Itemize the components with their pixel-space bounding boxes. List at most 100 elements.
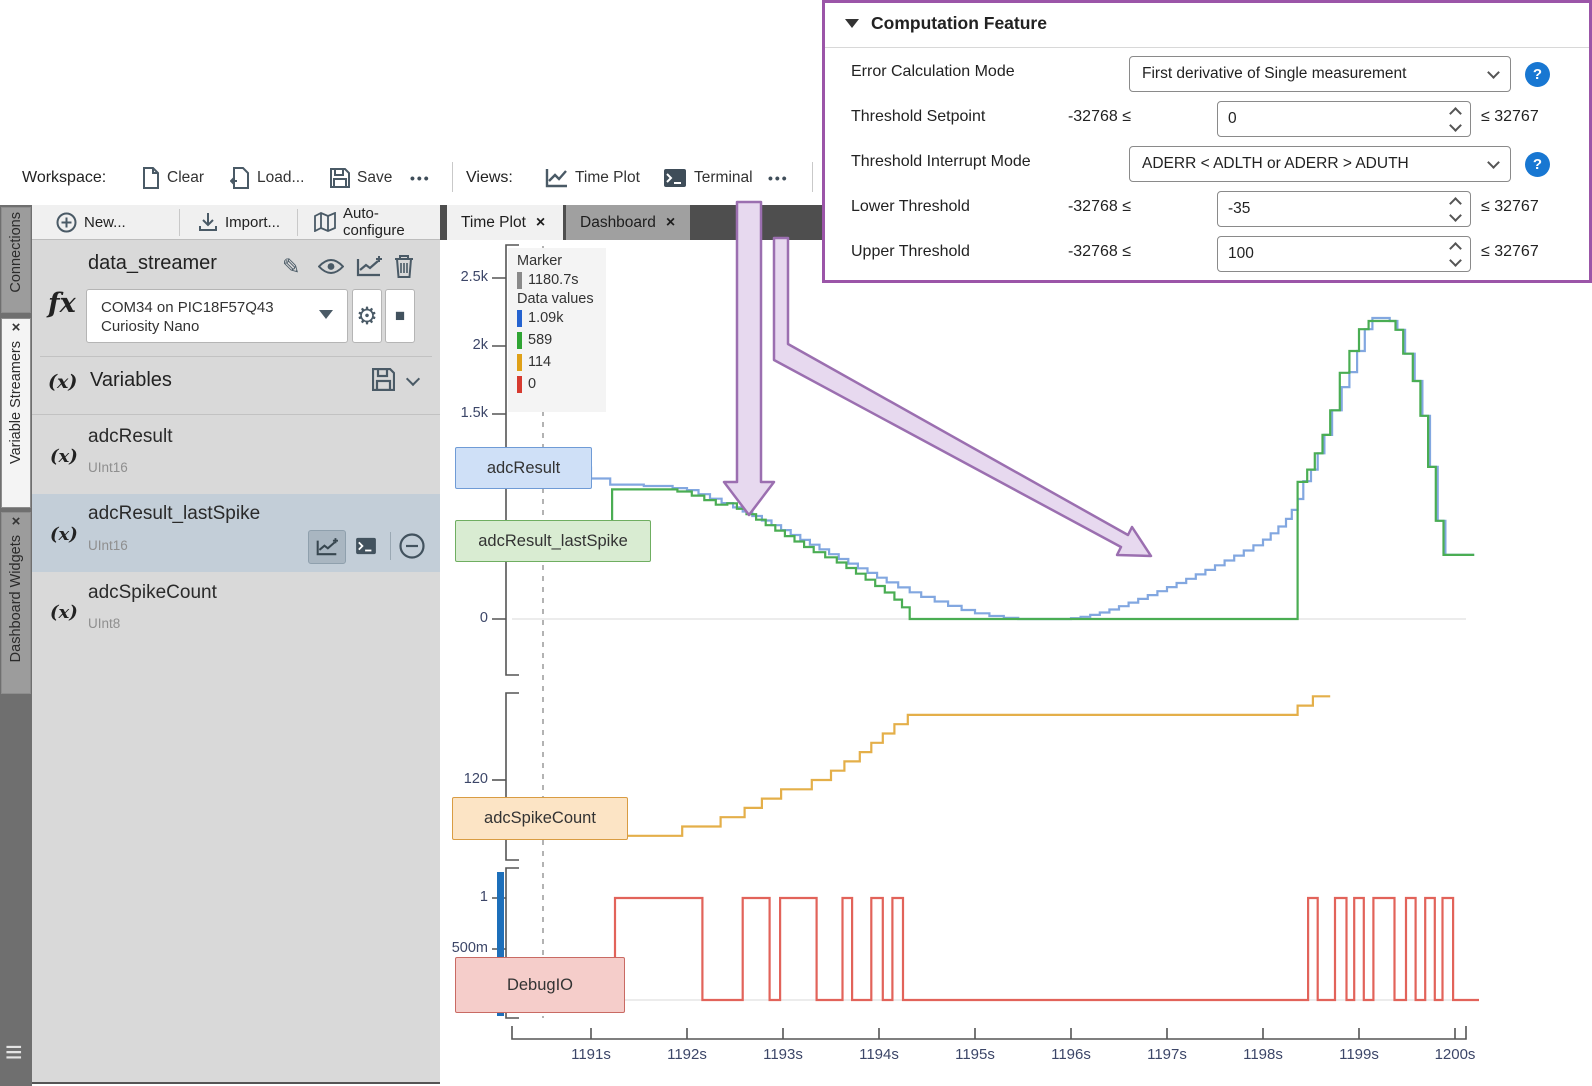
- save-icon: [330, 168, 350, 188]
- left-tab-strip: Connections × Variable Streamers × Dashb…: [0, 205, 32, 1086]
- row-threshold-interrupt-mode: Threshold Interrupt Mode ADERR < ADLTH o…: [825, 146, 1589, 182]
- legend-data-values-label: Data values: [517, 291, 606, 307]
- lower-threshold-input[interactable]: -35: [1217, 191, 1471, 227]
- series-adcResult_lastSpike: [601, 321, 1475, 619]
- document-icon: [142, 167, 160, 189]
- auto-configure-button[interactable]: Auto-configure: [314, 205, 440, 239]
- collapse-chevron-icon[interactable]: [406, 372, 420, 386]
- max-bound: ≤ 32767: [1481, 243, 1539, 261]
- input-value: 0: [1228, 110, 1237, 128]
- series-adcResult: [567, 318, 1474, 619]
- help-icon[interactable]: ?: [1525, 62, 1550, 87]
- views-label: Views:: [466, 150, 513, 205]
- edit-pencil-icon[interactable]: ✎: [282, 254, 300, 280]
- stop-icon: ■: [395, 306, 405, 326]
- panel-header[interactable]: Computation Feature: [845, 13, 1047, 34]
- series-color-bar: [517, 376, 522, 393]
- threshold-setpoint-input[interactable]: 0: [1217, 101, 1471, 137]
- clear-button[interactable]: Clear: [142, 150, 204, 205]
- close-icon[interactable]: ×: [536, 214, 545, 232]
- menu-hamburger-icon[interactable]: ≡: [5, 1043, 23, 1063]
- legend-marker-label: Marker: [517, 253, 606, 269]
- close-icon[interactable]: ×: [12, 513, 21, 531]
- spinner-control[interactable]: [1451, 109, 1460, 130]
- connection-dropdown[interactable]: COM34 on PIC18F57Q43 Curiosity Nano: [86, 289, 348, 343]
- fx-streamer-icon: fx: [48, 288, 76, 319]
- x-tick-label: 1199s: [1327, 1046, 1391, 1063]
- load-button[interactable]: Load...: [230, 150, 304, 205]
- streamer-settings-button[interactable]: ⚙: [352, 289, 382, 343]
- x-tick-label: 1197s: [1135, 1046, 1199, 1063]
- send-to-terminal-button[interactable]: [348, 530, 384, 562]
- chart-add-icon[interactable]: [356, 256, 382, 277]
- variable-row-adcResult[interactable]: (x) adcResult UInt16: [32, 418, 440, 493]
- variable-name: adcSpikeCount: [88, 582, 217, 604]
- toolbar-divider: [452, 162, 453, 192]
- remove-minus-circle-icon[interactable]: [398, 532, 426, 560]
- divider: [40, 356, 432, 357]
- views-more-button[interactable]: •••: [768, 150, 789, 205]
- marker-legend: Marker 1180.7s Data values 1.09k 589 114…: [508, 248, 606, 412]
- divider: [825, 47, 1589, 48]
- streamer-stop-button[interactable]: ■: [385, 289, 415, 343]
- row-threshold-setpoint: Threshold Setpoint -32768 ≤ 0 ≤ 32767: [825, 101, 1589, 137]
- dropdown-value: First derivative of Single measurement: [1142, 65, 1406, 83]
- y-tick-label: 1.5k: [444, 405, 488, 421]
- arrow-elbow-icon: [774, 238, 1151, 556]
- min-bound: -32768 ≤: [1051, 198, 1131, 216]
- variable-row-adcResult-lastSpike[interactable]: (x) adcResult_lastSpike UInt16: [32, 494, 440, 572]
- visibility-eye-icon[interactable]: [318, 258, 344, 275]
- marker-color-bar: [517, 272, 522, 289]
- time-plot-view-button[interactable]: Time Plot: [545, 150, 640, 205]
- dropdown-value: ADERR < ADLTH or ADERR > ADUTH: [1142, 155, 1409, 173]
- legend-value: 589: [528, 332, 552, 348]
- help-icon[interactable]: ?: [1525, 152, 1550, 177]
- x-tick-label: 1200s: [1423, 1046, 1487, 1063]
- tab-dashboard[interactable]: Dashboard×: [566, 205, 690, 240]
- variable-name: adcResult_lastSpike: [88, 503, 260, 525]
- workspace-more-button[interactable]: •••: [410, 150, 431, 205]
- variable-row-adcSpikeCount[interactable]: (x) adcSpikeCount UInt8: [32, 574, 440, 649]
- toolbar-divider: [812, 162, 813, 192]
- plus-circle-icon: [56, 212, 77, 233]
- delete-trash-icon[interactable]: [394, 255, 414, 278]
- divider: [179, 209, 180, 236]
- spinner-control[interactable]: [1451, 199, 1460, 220]
- error-calculation-mode-dropdown[interactable]: First derivative of Single measurement: [1129, 56, 1511, 92]
- series-label-adcSpikeCount[interactable]: adcSpikeCount: [452, 797, 628, 840]
- save-variables-icon[interactable]: [372, 368, 395, 391]
- series-label-DebugIO[interactable]: DebugIO: [455, 957, 625, 1013]
- tab-time-plot[interactable]: Time Plot×: [447, 205, 563, 240]
- new-button[interactable]: New...: [56, 205, 126, 239]
- side-tab-variable-streamers[interactable]: × Variable Streamers: [1, 318, 31, 508]
- x-axis: [512, 1026, 1466, 1039]
- close-icon[interactable]: ×: [666, 214, 675, 232]
- variable-streamers-panel: data_streamer ✎ fx COM34 on PIC18F57Q43 …: [32, 240, 440, 1084]
- series-label-adcResult-lastSpike[interactable]: adcResult_lastSpike: [455, 520, 651, 562]
- series-color-bar: [517, 310, 522, 327]
- row-error-calculation-mode: Error Calculation Mode First derivative …: [825, 56, 1589, 92]
- series-label-adcResult[interactable]: adcResult: [455, 447, 592, 489]
- y-tick-label: 500m: [444, 940, 488, 956]
- legend-value: 1.09k: [528, 310, 563, 326]
- x-tick-label: 1191s: [559, 1046, 623, 1063]
- series-adcSpikeCount: [625, 696, 1331, 836]
- time-plot-icon: [545, 168, 568, 188]
- spinner-control[interactable]: [1451, 244, 1460, 265]
- plot-variable-button[interactable]: [308, 530, 346, 564]
- side-tab-connections[interactable]: Connections: [1, 207, 31, 313]
- close-icon[interactable]: ×: [12, 319, 21, 337]
- import-button[interactable]: Import...: [198, 205, 280, 239]
- save-button[interactable]: Save: [330, 150, 392, 205]
- upper-threshold-input[interactable]: 100: [1217, 236, 1471, 272]
- terminal-view-button[interactable]: Terminal: [663, 150, 753, 205]
- variable-name: adcResult: [88, 426, 173, 448]
- chevron-down-icon: [1487, 156, 1500, 169]
- legend-value: 114: [528, 354, 551, 370]
- collapse-triangle-icon[interactable]: [845, 19, 859, 28]
- threshold-interrupt-mode-dropdown[interactable]: ADERR < ADLTH or ADERR > ADUTH: [1129, 146, 1511, 182]
- x-tick-label: 1193s: [751, 1046, 815, 1063]
- divider: [297, 209, 298, 236]
- side-tab-dashboard-widgets[interactable]: × Dashboard Widgets: [1, 512, 31, 694]
- series-DebugIO: [596, 898, 1479, 1000]
